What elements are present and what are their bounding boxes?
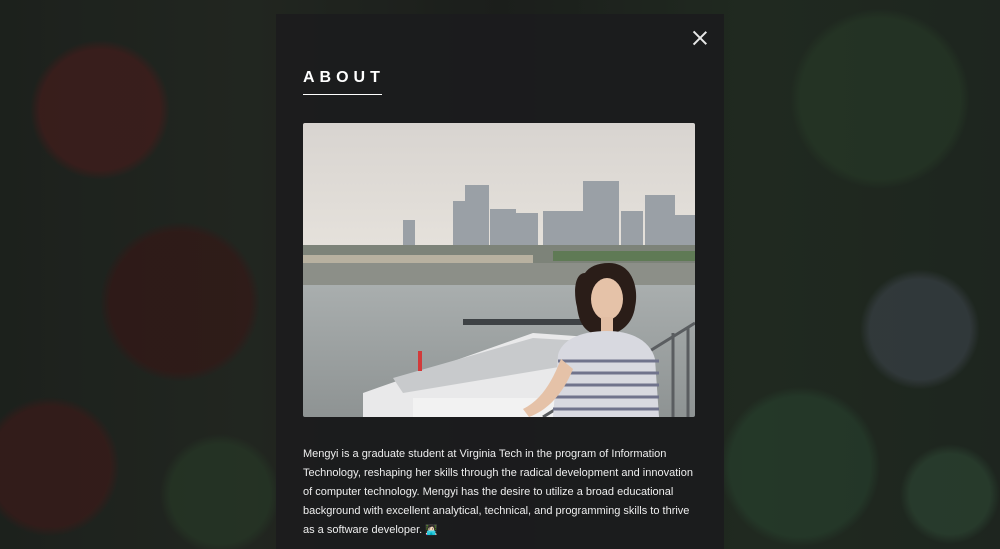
about-description: Mengyi is a graduate student at Virginia… bbox=[303, 445, 698, 540]
modal-title: ABOUT bbox=[303, 69, 385, 86]
description-text: Mengyi is a graduate student at Virginia… bbox=[303, 448, 693, 536]
title-underline bbox=[303, 94, 382, 95]
profile-photo bbox=[303, 123, 695, 417]
developer-emoji-icon: 👩🏻‍💻 bbox=[425, 525, 438, 536]
about-modal: ABOUT Mengyi is a graduate student at Vi… bbox=[276, 14, 724, 549]
close-icon[interactable] bbox=[690, 28, 710, 48]
